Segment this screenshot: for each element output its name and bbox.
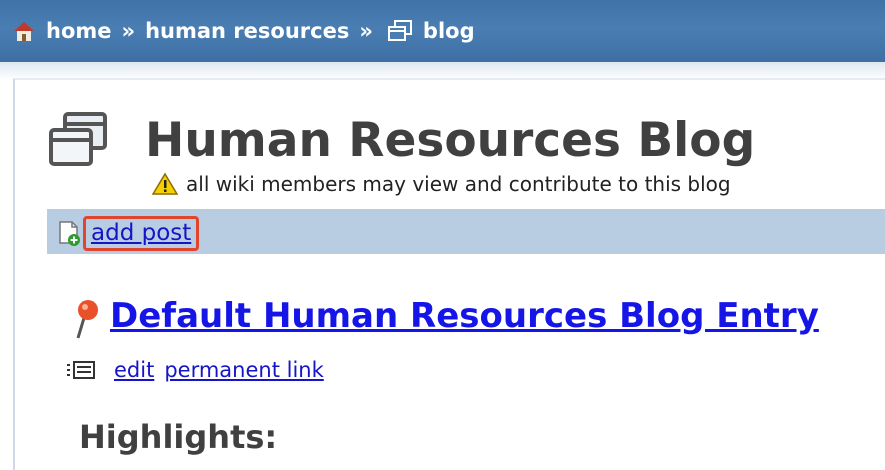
add-post-link[interactable]: add post: [83, 215, 200, 251]
post-title-link[interactable]: Default Human Resources Blog Entry: [110, 296, 819, 336]
blog-windows-icon: [49, 112, 107, 166]
house-icon[interactable]: [12, 20, 36, 42]
permission-notice: all wiki members may view and contribute…: [152, 170, 731, 198]
list-icon: [67, 361, 95, 379]
warning-icon: [152, 172, 178, 195]
breadcrumb-separator: »: [121, 19, 136, 43]
breadcrumb-separator: »: [359, 19, 373, 43]
permission-notice-text: all wiki members may view and contribute…: [186, 172, 731, 196]
permanent-link[interactable]: permanent link: [164, 358, 323, 382]
blog-windows-icon: [387, 20, 412, 41]
pushpin-icon: [76, 300, 98, 339]
edit-link[interactable]: edit: [114, 358, 154, 382]
breadcrumb-blog-current[interactable]: blog: [423, 19, 475, 43]
page-title: Human Resources Blog: [145, 113, 756, 168]
new-document-icon[interactable]: [57, 220, 81, 246]
highlights-heading: Highlights:: [79, 418, 278, 456]
breadcrumb-human-resources-link[interactable]: human resources: [145, 19, 349, 43]
post-actions: edit permanent link: [66, 355, 324, 385]
breadcrumb-home-link[interactable]: home: [46, 19, 112, 43]
breadcrumb: home » human resources » blog: [12, 16, 475, 46]
add-post-control: add post: [57, 215, 200, 251]
